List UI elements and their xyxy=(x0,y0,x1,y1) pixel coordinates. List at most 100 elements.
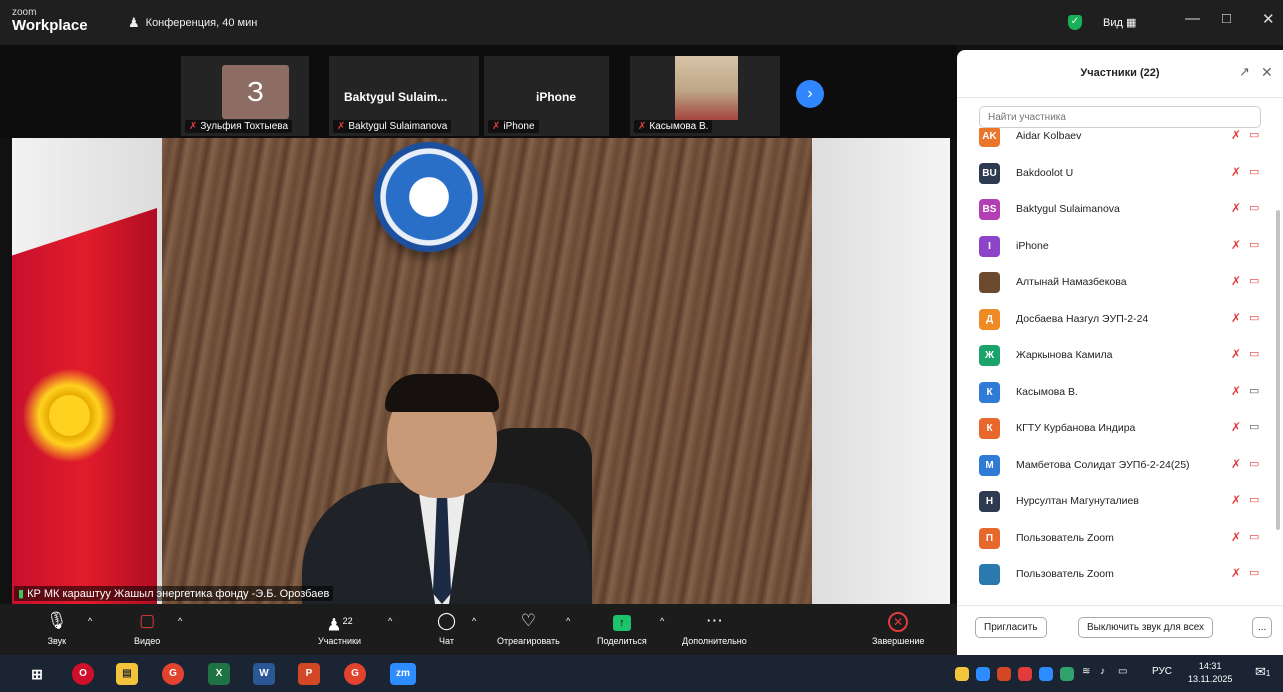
tray-app-icon[interactable] xyxy=(976,667,990,681)
file-explorer-icon[interactable]: ▤ xyxy=(116,663,138,685)
mic-muted-icon[interactable]: ✗ xyxy=(1231,384,1241,398)
mute-all-button[interactable]: Выключить звук для всех xyxy=(1078,617,1214,638)
react-button[interactable]: ♡ Отреагировать xyxy=(497,610,560,646)
chat-options-caret[interactable]: ^ xyxy=(472,610,476,632)
maximize-icon[interactable]: □ xyxy=(1222,10,1231,27)
tile-name-text: Касымова В. xyxy=(649,121,709,132)
notifications-icon[interactable]: ✉1 xyxy=(1255,664,1270,680)
more-dots-icon: ⋯ xyxy=(705,611,723,630)
mic-muted-icon[interactable]: ✗ xyxy=(1231,274,1241,288)
participant-avatar: BS xyxy=(979,199,1000,220)
encryption-shield-icon[interactable]: ✓ xyxy=(1068,15,1082,30)
participant-row[interactable]: Д Досбаева Назгул ЭУП-2-24 ✗ ▭ xyxy=(979,307,1269,331)
mic-muted-icon[interactable]: ✗ xyxy=(1231,201,1241,215)
opera-icon[interactable]: O xyxy=(72,663,94,685)
mic-muted-icon[interactable]: ✗ xyxy=(1231,347,1241,361)
share-options-caret[interactable]: ^ xyxy=(660,610,664,632)
mic-muted-icon[interactable]: ✗ xyxy=(1231,311,1241,325)
participant-row[interactable]: К Касымова В. ✗ ▭ xyxy=(979,380,1269,404)
camera-off-icon[interactable]: ▭ xyxy=(1249,201,1259,214)
camera-off-icon[interactable]: ▭ xyxy=(1249,530,1259,543)
camera-off-icon[interactable]: ▭ xyxy=(1249,347,1259,360)
mic-muted-icon[interactable]: ✗ xyxy=(1231,530,1241,544)
invite-button[interactable]: Пригласить xyxy=(975,617,1047,638)
list-scrollbar[interactable] xyxy=(1276,210,1280,530)
close-icon[interactable]: ✕ xyxy=(1262,10,1275,28)
chrome-icon[interactable]: G xyxy=(162,663,184,685)
next-page-arrow-icon[interactable]: › xyxy=(796,80,824,108)
tray-app-icon[interactable] xyxy=(1018,667,1032,681)
battery-icon[interactable]: ▭ xyxy=(1118,666,1127,677)
chat-button[interactable]: ◯ Чат xyxy=(437,610,456,646)
mic-muted-icon[interactable]: ✗ xyxy=(1231,128,1241,142)
mic-muted-icon[interactable]: ✗ xyxy=(1231,457,1241,471)
camera-icon[interactable]: ▭ xyxy=(1249,420,1259,433)
mic-muted-icon[interactable]: ✗ xyxy=(1231,566,1241,580)
camera-off-icon[interactable]: ▭ xyxy=(1249,457,1259,470)
audio-options-caret[interactable]: ^ xyxy=(88,610,92,632)
gallery-tile[interactable]: Baktygul Sulaim... ✗ Baktygul Sulaimanova xyxy=(329,56,479,136)
windows-start-icon[interactable]: ⊞ xyxy=(26,663,48,685)
camera-off-icon[interactable]: ▭ xyxy=(1249,128,1259,141)
participant-row[interactable]: К КГТУ Курбанова Индира ✗ ▭ xyxy=(979,416,1269,440)
camera-off-icon[interactable]: ▭ xyxy=(1249,566,1259,579)
panel-close-icon[interactable]: ✕ xyxy=(1261,64,1273,81)
camera-icon[interactable]: ▭ xyxy=(1249,384,1259,397)
participant-row[interactable]: AK Aidar Kolbaev ✗ ▭ xyxy=(979,128,1269,148)
participant-row[interactable]: Пользователь Zoom ✗ ▭ xyxy=(979,562,1269,586)
powerpoint-icon[interactable]: P xyxy=(298,663,320,685)
share-button[interactable]: ↑ Поделиться xyxy=(597,610,647,646)
tile-display-name: iPhone xyxy=(536,90,577,104)
participant-row[interactable]: BU Bakdoolot U ✗ ▭ xyxy=(979,161,1269,185)
participants-options-caret[interactable]: ^ xyxy=(388,610,392,632)
popout-icon[interactable]: ↗ xyxy=(1239,64,1250,80)
end-meeting-button[interactable]: ✕ Завершение xyxy=(872,610,924,646)
chrome-icon[interactable]: G xyxy=(344,663,366,685)
mic-muted-icon[interactable]: ✗ xyxy=(1231,165,1241,179)
wall-right xyxy=(812,138,950,604)
participant-row[interactable]: BS Baktygul Sulaimanova ✗ ▭ xyxy=(979,197,1269,221)
view-button[interactable]: Вид ▦ xyxy=(1103,16,1136,29)
participant-name: Жаркынова Камила xyxy=(1016,349,1113,361)
gallery-tile[interactable]: iPhone ✗ iPhone xyxy=(484,56,609,136)
minimize-icon[interactable]: — xyxy=(1185,10,1200,27)
video-options-caret[interactable]: ^ xyxy=(178,610,182,632)
tray-zoom-icon[interactable] xyxy=(1039,667,1053,681)
camera-off-icon[interactable]: ▭ xyxy=(1249,165,1259,178)
participant-row[interactable]: Ж Жаркынова Камила ✗ ▭ xyxy=(979,343,1269,367)
mic-muted-icon[interactable]: ✗ xyxy=(1231,420,1241,434)
view-label: Вид xyxy=(1103,17,1123,29)
participant-row[interactable]: П Пользователь Zoom ✗ ▭ xyxy=(979,526,1269,550)
participant-name: Досбаева Назгул ЭУП-2-24 xyxy=(1016,312,1149,325)
camera-off-icon[interactable]: ▭ xyxy=(1249,274,1259,287)
participant-row[interactable]: IiPhone ✗ ▭ xyxy=(979,234,1269,258)
camera-off-icon[interactable]: ▭ xyxy=(1249,238,1259,251)
tray-app-icon[interactable] xyxy=(997,667,1011,681)
clock[interactable]: 14:31 13.11.2025 xyxy=(1188,660,1232,686)
mic-muted-icon[interactable]: ✗ xyxy=(1231,493,1241,507)
gallery-tile[interactable]: ✗ Касымова В. xyxy=(630,56,780,136)
participant-row[interactable]: М Мамбетова Солидат ЭУПб-2-24(25) ✗ ▭ xyxy=(979,453,1269,477)
react-options-caret[interactable]: ^ xyxy=(566,610,570,632)
word-icon[interactable]: W xyxy=(253,663,275,685)
participant-row[interactable]: Н Нурсултан Магунуталиев ✗ ▭ xyxy=(979,489,1269,513)
excel-icon[interactable]: X xyxy=(208,663,230,685)
camera-off-icon[interactable]: ▭ xyxy=(1249,493,1259,506)
volume-icon[interactable]: ♪ xyxy=(1100,666,1105,677)
network-icon[interactable]: ≋ xyxy=(1082,666,1090,677)
participant-search-input[interactable] xyxy=(979,106,1261,128)
language-indicator[interactable]: РУС xyxy=(1152,666,1172,677)
audio-button[interactable]: 🎙 Звук xyxy=(46,610,68,646)
meeting-info[interactable]: ♟ Конференция, 40 мин xyxy=(128,15,257,31)
mic-muted-icon[interactable]: ✗ xyxy=(1231,238,1241,252)
participant-name: Нурсултан Магунуталиев xyxy=(1016,495,1139,507)
camera-off-icon[interactable]: ▭ xyxy=(1249,311,1259,324)
zoom-taskbar-icon[interactable]: zm xyxy=(390,663,416,685)
participants-button[interactable]: ♟22 Участники xyxy=(318,610,361,646)
more-button[interactable]: ⋯ Дополнительно xyxy=(682,610,747,646)
tray-app-icon[interactable] xyxy=(1060,667,1074,681)
video-button[interactable]: ▢ Видео xyxy=(134,610,160,646)
panel-more-button[interactable]: ... xyxy=(1252,617,1273,638)
participant-row[interactable]: Алтынай Намазбекова ✗ ▭ xyxy=(979,270,1269,294)
tray-app-icon[interactable] xyxy=(955,667,969,681)
